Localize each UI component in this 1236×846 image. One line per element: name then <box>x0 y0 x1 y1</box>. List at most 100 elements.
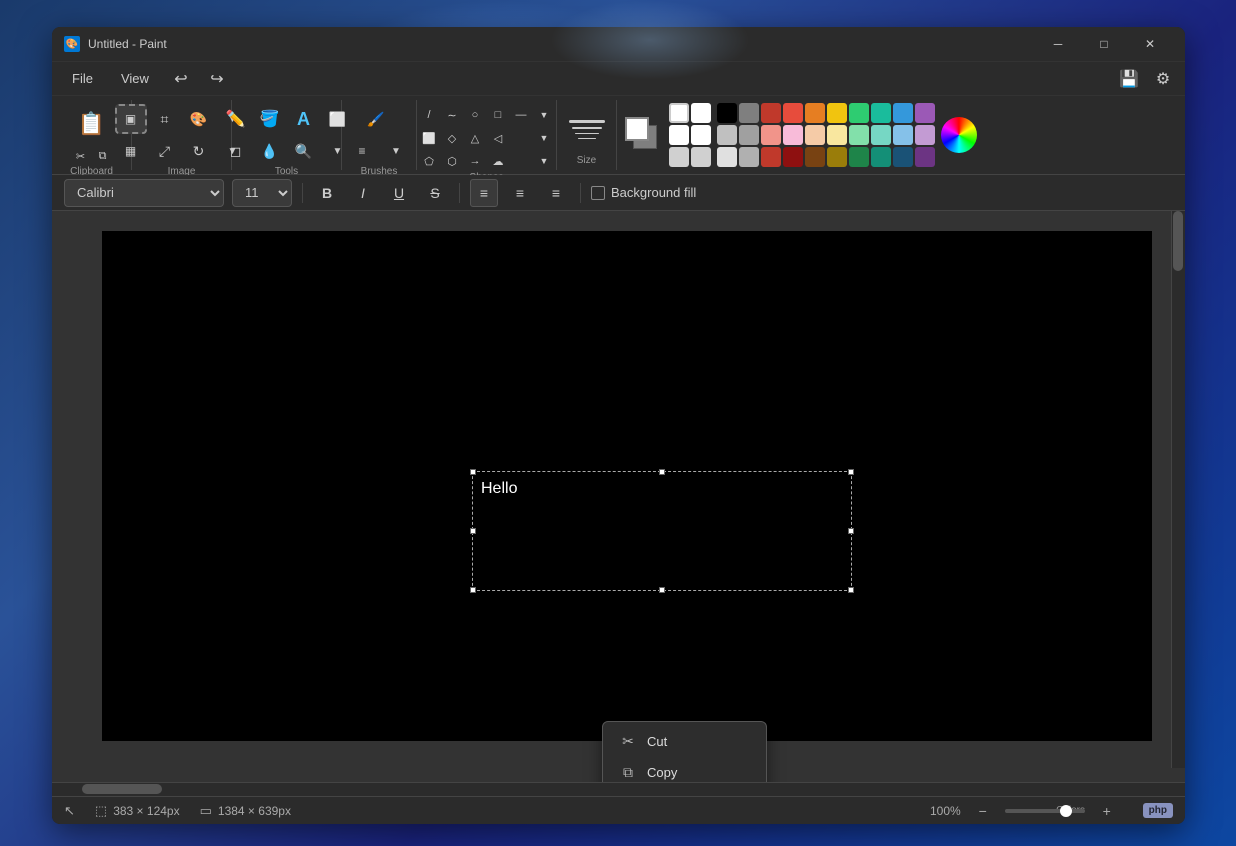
swatch-maroon[interactable] <box>783 147 803 167</box>
rect-shape[interactable]: □ <box>487 104 509 126</box>
swatch-lavender[interactable] <box>915 125 935 145</box>
swatch-blue[interactable] <box>893 103 913 123</box>
eraser2-button[interactable]: ◻ <box>220 136 252 166</box>
line-shape[interactable]: / <box>418 104 440 126</box>
hex-shape[interactable]: ⬡ <box>441 150 463 172</box>
curve-shape[interactable]: ∼ <box>441 104 463 126</box>
align-right-button[interactable]: ≡ <box>542 179 570 207</box>
swatch-darkpurple[interactable] <box>915 147 935 167</box>
color-white-2[interactable] <box>691 103 711 123</box>
save-button[interactable]: 💾 <box>1113 64 1145 94</box>
resize-handle-right[interactable] <box>848 528 854 534</box>
swatch-lightyellow[interactable] <box>827 125 847 145</box>
resize-handle-left[interactable] <box>470 528 476 534</box>
context-copy[interactable]: ⧉ Copy <box>603 757 766 782</box>
triangle-shape[interactable]: △ <box>464 127 486 149</box>
align-center-button[interactable]: ≡ <box>506 179 534 207</box>
swatch-silver[interactable] <box>717 125 737 145</box>
zoom-slider[interactable] <box>1005 809 1085 813</box>
background-fill-checkbox[interactable] <box>591 186 605 200</box>
rotate-button[interactable]: ↻ <box>183 136 215 166</box>
color-wheel[interactable] <box>941 117 977 153</box>
vertical-scroll-thumb[interactable] <box>1173 211 1183 271</box>
background-fill-label[interactable]: Background fill <box>591 185 696 200</box>
minimize-button[interactable]: ─ <box>1035 27 1081 61</box>
swatch-green[interactable] <box>849 103 869 123</box>
fill-button[interactable]: 🪣 <box>254 104 286 134</box>
pentagon-shape[interactable]: ⬠ <box>418 150 440 172</box>
swatch-peach[interactable] <box>805 125 825 145</box>
swatch-darkblue[interactable] <box>893 147 913 167</box>
pencil-button[interactable]: ✏️ <box>220 104 252 134</box>
color-white-3[interactable] <box>669 125 689 145</box>
magnify-button[interactable]: 🔍 <box>288 136 320 166</box>
cut-button[interactable]: ✂ <box>71 146 91 166</box>
swatch-lightteal[interactable] <box>871 125 891 145</box>
select2-button[interactable]: ▦ <box>115 136 147 166</box>
diamond-shape[interactable]: ◇ <box>441 127 463 149</box>
swatch-black[interactable] <box>717 103 737 123</box>
italic-button[interactable]: I <box>349 179 377 207</box>
swatch-orange[interactable] <box>805 103 825 123</box>
redo-button[interactable]: ↪ <box>201 64 233 94</box>
close-button[interactable]: ✕ <box>1127 27 1173 61</box>
swatch-pink[interactable] <box>761 125 781 145</box>
resize-handle-bottomleft[interactable] <box>470 587 476 593</box>
outline-chevron[interactable]: ▼ <box>533 150 555 172</box>
resize-handle-topright[interactable] <box>848 469 854 475</box>
brush-button[interactable]: 🖌️ <box>346 104 406 134</box>
resize-handle-bottomright[interactable] <box>848 587 854 593</box>
text-button[interactable]: A <box>288 104 320 134</box>
align-left-button[interactable]: ≡ <box>470 179 498 207</box>
swatch-lightpink[interactable] <box>783 125 803 145</box>
swatch-gray2[interactable] <box>739 125 759 145</box>
bold-button[interactable]: B <box>313 179 341 207</box>
swatch-darkteal[interactable] <box>871 147 891 167</box>
settings-icon[interactable]: ⚙ <box>1149 65 1177 93</box>
zoom-minus-button[interactable]: − <box>967 796 999 825</box>
font-size-select[interactable]: 11 <box>232 179 292 207</box>
swatch-lightgreen[interactable] <box>849 125 869 145</box>
menu-view[interactable]: View <box>109 67 161 90</box>
resize-handle-top[interactable] <box>659 469 665 475</box>
text-selection-box[interactable]: Hello <box>472 471 852 591</box>
stroke-btn[interactable]: — <box>510 104 532 126</box>
cloud-shape[interactable]: ☁ <box>487 150 509 172</box>
paste-button[interactable]: 📋 <box>72 104 112 144</box>
resize-handle-topleft[interactable] <box>470 469 476 475</box>
color-white-1[interactable] <box>669 103 689 123</box>
swatch-darkgreen[interactable] <box>849 147 869 167</box>
swatch-yellow[interactable] <box>827 103 847 123</box>
maximize-button[interactable]: □ <box>1081 27 1127 61</box>
swatch-purple[interactable] <box>915 103 935 123</box>
swatch-darkred[interactable] <box>761 147 781 167</box>
zoom-plus-button[interactable]: + <box>1091 796 1123 825</box>
font-name-select[interactable]: Calibri <box>64 179 224 207</box>
oval-shape[interactable]: ○ <box>464 104 486 126</box>
context-cut[interactable]: ✂ Cut <box>603 726 766 757</box>
outline-btn[interactable] <box>510 150 532 172</box>
resize-button[interactable]: ⤢ <box>149 136 181 166</box>
swatch-brown[interactable] <box>805 147 825 167</box>
vertical-scrollbar[interactable] <box>1171 211 1185 768</box>
swatch-gray3[interactable] <box>739 147 759 167</box>
strikethrough-button[interactable]: S <box>421 179 449 207</box>
horizontal-scroll-thumb[interactable] <box>82 784 162 794</box>
swatch-red[interactable] <box>761 103 781 123</box>
color-adjust-button[interactable]: 🎨 <box>183 104 215 134</box>
shapes-chevron[interactable]: ▼ <box>533 104 555 126</box>
brush-chevron[interactable]: ▼ <box>380 136 412 166</box>
swatch-lightred[interactable] <box>783 103 803 123</box>
zoom-thumb[interactable] <box>1060 805 1072 817</box>
swatch-darkyellow[interactable] <box>827 147 847 167</box>
arrow-shape[interactable]: → <box>464 150 486 172</box>
crop-button[interactable]: ⌗ <box>149 104 181 134</box>
select-tool-button[interactable]: ▣ <box>115 104 147 134</box>
undo-button[interactable]: ↩ <box>165 64 197 94</box>
color-gray-2[interactable] <box>691 147 711 167</box>
swatch-teal[interactable] <box>871 103 891 123</box>
eyedropper-button[interactable]: 💧 <box>254 136 286 166</box>
paint-canvas[interactable]: Hello ✂ Cut ⧉ Copy <box>102 231 1152 741</box>
color-white-4[interactable] <box>691 125 711 145</box>
copy-button[interactable]: ⧉ <box>93 146 113 166</box>
